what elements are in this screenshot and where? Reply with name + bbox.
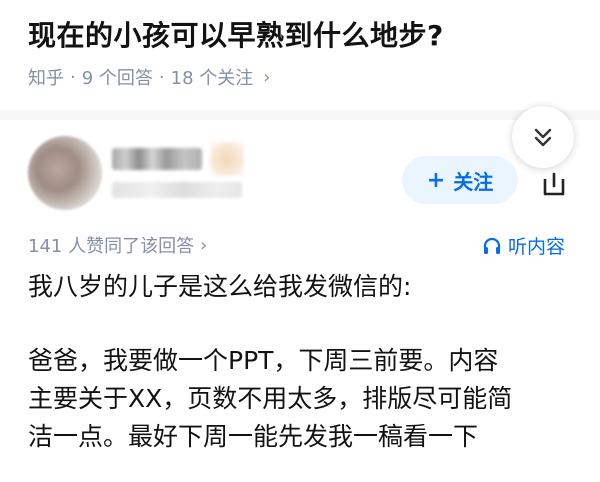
- author-bio-blurred: [112, 182, 242, 198]
- meta-separator: ·: [70, 66, 76, 88]
- listen-label: 听内容: [508, 236, 566, 258]
- upvote-summary[interactable]: 141 人赞同了该回答 ›: [28, 232, 207, 258]
- avatar[interactable]: [28, 136, 102, 210]
- chevron-right-icon: ›: [263, 66, 271, 88]
- upvote-text: 141 人赞同了该回答: [28, 236, 195, 257]
- author-badge-blurred: [210, 142, 244, 176]
- collapse-button[interactable]: [512, 106, 574, 168]
- answer-paragraph: 洁一点。最好下周一能先发我一稿看一下: [28, 422, 479, 451]
- meta-separator: ·: [158, 66, 165, 88]
- follow-button[interactable]: + 关注: [402, 156, 518, 204]
- listen-button[interactable]: 听内容: [482, 232, 565, 259]
- follow-label: 关注: [453, 169, 494, 194]
- plus-icon: +: [426, 167, 446, 193]
- answers-count: 9 个回答: [81, 68, 153, 89]
- answer-body: 我八岁的儿子是这么给我发微信的: 爸爸，我要做一个PPT，下周三前要。内容 主要…: [28, 268, 578, 456]
- question-title[interactable]: 现在的小孩可以早熟到什么地步?: [28, 14, 444, 54]
- share-icon[interactable]: [540, 170, 568, 198]
- followers-count: 18 个关注: [170, 68, 254, 89]
- author-name-blurred[interactable]: [112, 148, 202, 170]
- source-label: 知乎: [28, 68, 64, 89]
- headphones-icon: [483, 237, 501, 254]
- answer-paragraph: 爸爸，我要做一个PPT，下周三前要。内容: [28, 346, 499, 375]
- chevron-double-down-icon: [534, 128, 552, 147]
- author-row: + 关注: [28, 136, 588, 216]
- section-divider: [0, 110, 600, 120]
- answer-paragraph: 我八岁的儿子是这么给我发微信的:: [28, 272, 412, 301]
- question-meta[interactable]: 知乎 · 9 个回答 · 18 个关注 ›: [28, 64, 271, 90]
- answer-paragraph: 主要关于XX，页数不用太多，排版尽可能简: [28, 384, 513, 413]
- chevron-right-icon: ›: [200, 234, 208, 256]
